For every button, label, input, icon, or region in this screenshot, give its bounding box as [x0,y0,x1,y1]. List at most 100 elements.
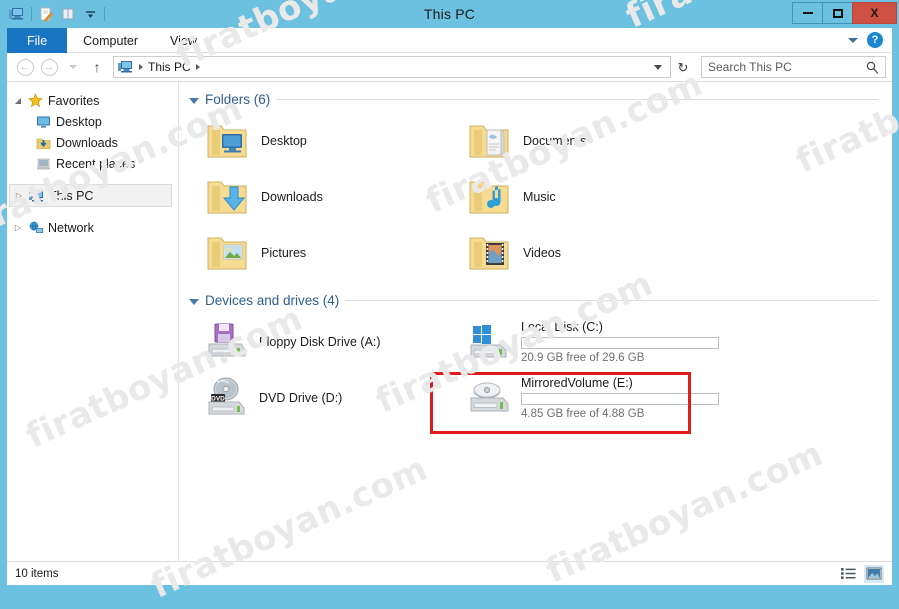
search-box[interactable] [701,56,886,78]
window-controls[interactable]: X [792,2,897,24]
collapse-triangle-icon-devices[interactable] [189,298,199,305]
label-folder-music: Music [523,190,556,204]
list-item-drive-d[interactable]: DVD DVD Drive (D:) [189,370,451,426]
address-dropdown-chevron-icon[interactable] [654,64,662,70]
sidebar-label-downloads: Downloads [56,135,118,150]
toolbar-divider [31,7,32,21]
folder-desktop-icon [203,117,251,165]
new-folder-icon[interactable] [57,4,79,24]
group-header-folders[interactable]: Folders (6) [189,92,892,107]
address-bar: ← → ↑ This PC ↻ [7,53,892,82]
computer-icon [28,187,45,204]
folder-documents-icon [465,117,513,165]
content-pane[interactable]: Folders (6) Desktop Documents Downloads … [179,82,892,561]
folders-grid: Desktop Documents Downloads Music Pictur… [189,113,892,281]
quick-access-toolbar[interactable] [0,3,108,25]
list-item-folder-videos[interactable]: Videos [451,225,713,281]
label-folder-desktop: Desktop [261,134,307,148]
folder-downloads-icon [203,173,251,221]
sidebar-label-network: Network [48,220,94,235]
desktop-icon [35,113,52,130]
capacity-bar-c [521,337,719,349]
folder-music-icon [465,173,513,221]
status-item-count: 10 items [15,567,59,580]
capacity-bar-e [521,393,719,405]
tab-file[interactable]: File [7,28,68,53]
list-item-folder-pictures[interactable]: Pictures [189,225,451,281]
label-drive-e: MirroredVolume (E:) [521,376,633,390]
tab-view[interactable]: View [154,28,213,53]
sidebar-item-downloads[interactable]: Downloads [7,132,178,153]
breadcrumb-separator-1 [139,64,143,70]
customize-toolbar-chevron-icon[interactable] [79,4,101,24]
local-disk-icon [465,318,513,366]
sidebar-item-favorites[interactable]: ◢ Favorites [7,90,178,111]
navigation-pane: ◢ Favorites Desktop Downloads Recent pla… [7,82,179,561]
group-divider [276,99,878,100]
label-drive-a: Floppy Disk Drive (A:) [259,335,381,349]
expand-triangle-icon-network[interactable]: ▷ [13,223,23,232]
address-bar-tools [654,64,666,70]
search-icon [866,61,879,74]
help-icon[interactable]: ? [867,32,883,48]
maximize-button[interactable] [822,2,853,24]
label-drive-c: Local Disk (C:) [521,320,603,334]
view-mode-buttons[interactable] [838,564,884,583]
star-icon [27,92,44,109]
up-button[interactable]: ↑ [85,55,109,79]
breadcrumb-item-this-pc[interactable]: This PC [148,60,191,74]
explorer-body: ◢ Favorites Desktop Downloads Recent pla… [7,82,892,561]
up-arrow-icon: ↑ [93,59,101,75]
toolbar-divider-2 [104,7,105,21]
group-header-devices[interactable]: Devices and drives (4) [189,293,892,308]
collapse-triangle-icon[interactable] [189,97,199,104]
expand-ribbon-chevron-down-icon[interactable] [848,37,858,43]
folder-videos-icon [465,229,513,277]
list-item-folder-documents[interactable]: Documents [451,113,713,169]
forward-button[interactable]: → [37,55,61,79]
tab-computer[interactable]: Computer [67,28,154,53]
refresh-button[interactable]: ↻ [671,55,695,79]
details-view-icon[interactable] [838,565,858,583]
breadcrumb[interactable]: This PC [113,56,671,78]
title-bar: This PC X [0,0,899,28]
svg-text:DVD: DVD [211,395,225,402]
sidebar-item-recent-places[interactable]: Recent places [7,153,178,174]
sidebar-label-favorites: Favorites [48,93,100,108]
expand-triangle-icon[interactable]: ▷ [14,191,24,200]
computer-icon[interactable] [6,4,28,24]
sidebar-label-recent-places: Recent places [56,156,136,171]
collapse-triangle-icon[interactable]: ◢ [13,96,23,105]
breadcrumb-separator-2[interactable] [195,64,200,70]
devices-grid: Floppy Disk Drive (A:) Local Disk (C:) 2… [189,314,892,426]
minimize-button[interactable] [792,2,823,24]
label-folder-videos: Videos [523,246,561,260]
list-item-drive-a[interactable]: Floppy Disk Drive (A:) [189,314,451,370]
drive-info-c: Local Disk (C:) 20.9 GB free of 29.6 GB [521,320,719,364]
properties-icon[interactable] [35,4,57,24]
search-input[interactable] [708,60,866,74]
sidebar-label-this-pc: This PC [49,188,94,203]
label-folder-pictures: Pictures [261,246,307,260]
list-item-drive-c[interactable]: Local Disk (C:) 20.9 GB free of 29.6 GB [451,314,719,370]
sidebar-item-network[interactable]: ▷ Network [7,217,178,238]
back-arrow-icon: ← [16,58,34,76]
back-button[interactable]: ← [13,55,37,79]
list-item-folder-music[interactable]: Music [451,169,713,225]
forward-arrow-icon: → [40,58,58,76]
label-drive-d: DVD Drive (D:) [259,391,343,405]
list-item-folder-downloads[interactable]: Downloads [189,169,451,225]
list-item-folder-desktop[interactable]: Desktop [189,113,451,169]
close-button[interactable]: X [852,2,897,24]
list-item-drive-e[interactable]: MirroredVolume (E:) 4.85 GB free of 4.88… [451,370,719,426]
sidebar-item-this-pc[interactable]: ▷ This PC [9,184,172,207]
sidebar-item-desktop[interactable]: Desktop [7,111,178,132]
folder-pictures-icon [203,229,251,277]
large-icons-view-icon[interactable] [864,564,884,583]
recent-locations-button[interactable] [61,55,85,79]
floppy-drive-icon [203,318,251,366]
sidebar-label-desktop: Desktop [56,114,102,129]
group-divider-2 [345,300,878,301]
